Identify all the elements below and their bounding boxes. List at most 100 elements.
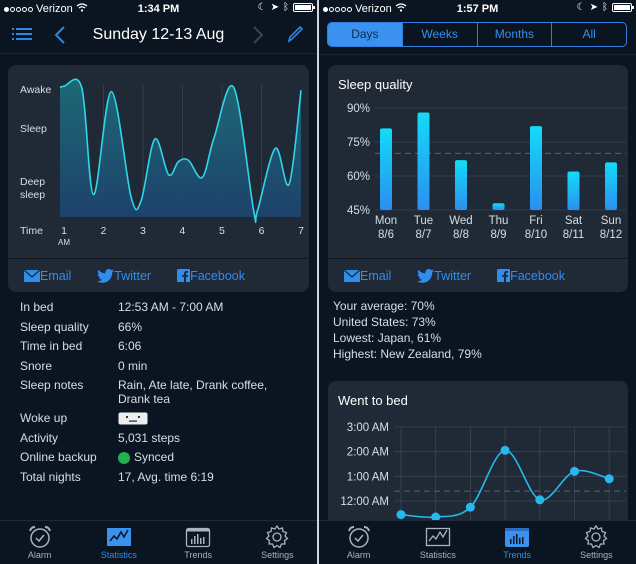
x-tick-day: Mon	[375, 215, 397, 227]
bedtime-point	[465, 502, 475, 512]
bar	[380, 128, 392, 210]
facebook-share-button[interactable]: Facebook	[177, 269, 245, 283]
facebook-icon	[177, 269, 191, 282]
tab-label: Statistics	[419, 550, 456, 560]
segment-all[interactable]: All	[551, 23, 626, 46]
detail-value: 12:53 AM - 7:00 AM	[118, 300, 224, 314]
status-icons: ☾ ➤ ᛒ	[257, 2, 315, 13]
detail-key: Time in bed	[20, 339, 83, 353]
twitter-bird-icon	[97, 268, 115, 283]
neutral-face-icon	[118, 412, 148, 425]
x-tick-label: 7	[298, 225, 304, 237]
y-tick-label: 1:00 AM	[347, 471, 389, 483]
x-tick-day: Tue	[414, 215, 433, 227]
tab-label: Alarm	[27, 550, 52, 560]
detail-key: Snore	[20, 358, 53, 373]
twitter-share-button[interactable]: Twitter	[97, 269, 151, 283]
detail-row-snore: Snore 0 min	[20, 357, 298, 377]
tab-statistics[interactable]: Statistics	[79, 521, 158, 564]
alarm-clock-icon	[347, 526, 370, 548]
detail-row-sleep-notes: Sleep notes Rain, Ate late, Drank coffee,…	[20, 376, 298, 409]
battery-icon	[293, 3, 315, 12]
y-tick-label: 90%	[347, 103, 370, 115]
stat-your-average: Your average: 70%	[333, 299, 435, 313]
detail-key: Total nights	[20, 469, 81, 484]
bar	[605, 162, 617, 210]
moon-icon: ☾	[257, 2, 267, 13]
facebook-label: Facebook	[190, 268, 245, 283]
x-tick-date: 8/11	[563, 229, 585, 241]
email-share-button[interactable]: Email	[24, 269, 71, 283]
detail-key: Woke up	[20, 411, 68, 425]
y-tick-label: 2:00 AM	[347, 447, 389, 459]
chevron-right-icon[interactable]	[252, 25, 264, 50]
tab-trends[interactable]: Trends	[159, 521, 238, 564]
y-label-awake: Awake	[20, 84, 51, 96]
tab-label: Alarm	[346, 550, 371, 560]
detail-key: In bed	[20, 300, 54, 314]
detail-key: Sleep quality	[20, 319, 89, 334]
tab-trends[interactable]: Trends	[478, 521, 557, 564]
detail-row-activity: Activity 5,031 steps	[20, 429, 298, 449]
detail-value: Rain, Ate late, Drank coffee, Drank tea	[118, 378, 268, 406]
detail-value: 6:06	[118, 339, 142, 353]
x-tick-label: 1	[61, 225, 67, 237]
segment-days[interactable]: Days	[328, 23, 402, 46]
went-to-bed-card: Went to bed 3:00 AM 2:00 AM 1:00 AM 12:00 A…	[328, 381, 628, 531]
tab-label: Statistics	[100, 550, 137, 560]
twitter-share-button[interactable]: Twitter	[417, 269, 471, 283]
y-tick-label: 12:00 AM	[340, 496, 389, 508]
trends-bars-icon	[505, 528, 530, 547]
tab-settings[interactable]: Settings	[557, 521, 636, 564]
segment-months[interactable]: Months	[476, 23, 552, 46]
share-row: Email Twitter Facebook	[328, 258, 628, 292]
bedtime-point	[535, 495, 545, 505]
bar	[492, 203, 505, 210]
sleep-area	[60, 79, 301, 223]
location-icon: ➤	[270, 2, 279, 13]
x-tick-label: 3	[140, 225, 146, 237]
tab-label: Settings	[261, 550, 294, 560]
envelope-icon	[344, 269, 360, 282]
segment-weeks[interactable]: Weeks	[401, 23, 477, 46]
detail-row-total-nights: Total nights 17, Avg. time 6:19	[20, 468, 298, 488]
x-tick-label: 5	[219, 225, 225, 237]
tab-statistics[interactable]: Statistics	[398, 521, 477, 564]
tab-alarm[interactable]: Alarm	[319, 521, 398, 564]
facebook-share-button[interactable]: Facebook	[497, 269, 565, 283]
y-label-deep-sleep: sleep	[20, 189, 45, 201]
woke-up-mood[interactable]	[118, 409, 298, 429]
bar	[455, 160, 467, 210]
bar	[530, 126, 542, 210]
x-tick-sublabel: AM	[58, 238, 70, 247]
tab-alarm[interactable]: Alarm	[0, 521, 79, 564]
sleep-graph-card: Awake Sleep Deep sleep Time 1 2 3 4 5 6 7 AM Email T…	[8, 65, 309, 292]
y-tick-label: 3:00 AM	[347, 422, 389, 434]
tab-bar: Alarm Statistics Trends Settings	[0, 520, 317, 564]
y-label-sleep: Sleep	[20, 123, 47, 135]
bedtime-point	[604, 474, 614, 484]
tab-label: Trends	[503, 550, 531, 560]
x-tick-day: Thu	[489, 215, 509, 227]
bedtime-point	[500, 445, 510, 455]
twitter-label: Twitter	[434, 268, 472, 283]
tab-settings[interactable]: Settings	[238, 521, 317, 564]
x-tick-day: Fri	[529, 215, 542, 227]
y-label-deep: Deep	[20, 176, 45, 188]
trends-screen: Verizon 1:57 PM ☾ ➤ ᛒ Days Weeks Months …	[319, 0, 636, 564]
detail-row-time-in-bed: Time in bed 6:06	[20, 337, 298, 357]
bluetooth-icon: ᛒ	[602, 2, 608, 13]
went-to-bed-chart: 3:00 AM 2:00 AM 1:00 AM 12:00 AM	[340, 422, 626, 531]
detail-row-sleep-quality: Sleep quality 66%	[20, 318, 298, 338]
status-icons: ☾ ➤ ᛒ	[577, 2, 634, 13]
x-tick-day: Sat	[565, 215, 583, 227]
pencil-icon[interactable]	[286, 24, 304, 49]
x-tick-date: 8/10	[525, 229, 547, 241]
detail-row-woke-up: Woke up	[20, 409, 298, 429]
trends-bars-icon	[185, 527, 211, 548]
email-share-button[interactable]: Email	[344, 269, 391, 283]
statistics-chart-icon	[106, 528, 131, 546]
night-details: In bed 12:53 AM - 7:00 AM Sleep quality 66…	[20, 298, 298, 487]
statistics-chart-icon	[425, 527, 451, 547]
x-tick-day: Wed	[449, 215, 472, 227]
